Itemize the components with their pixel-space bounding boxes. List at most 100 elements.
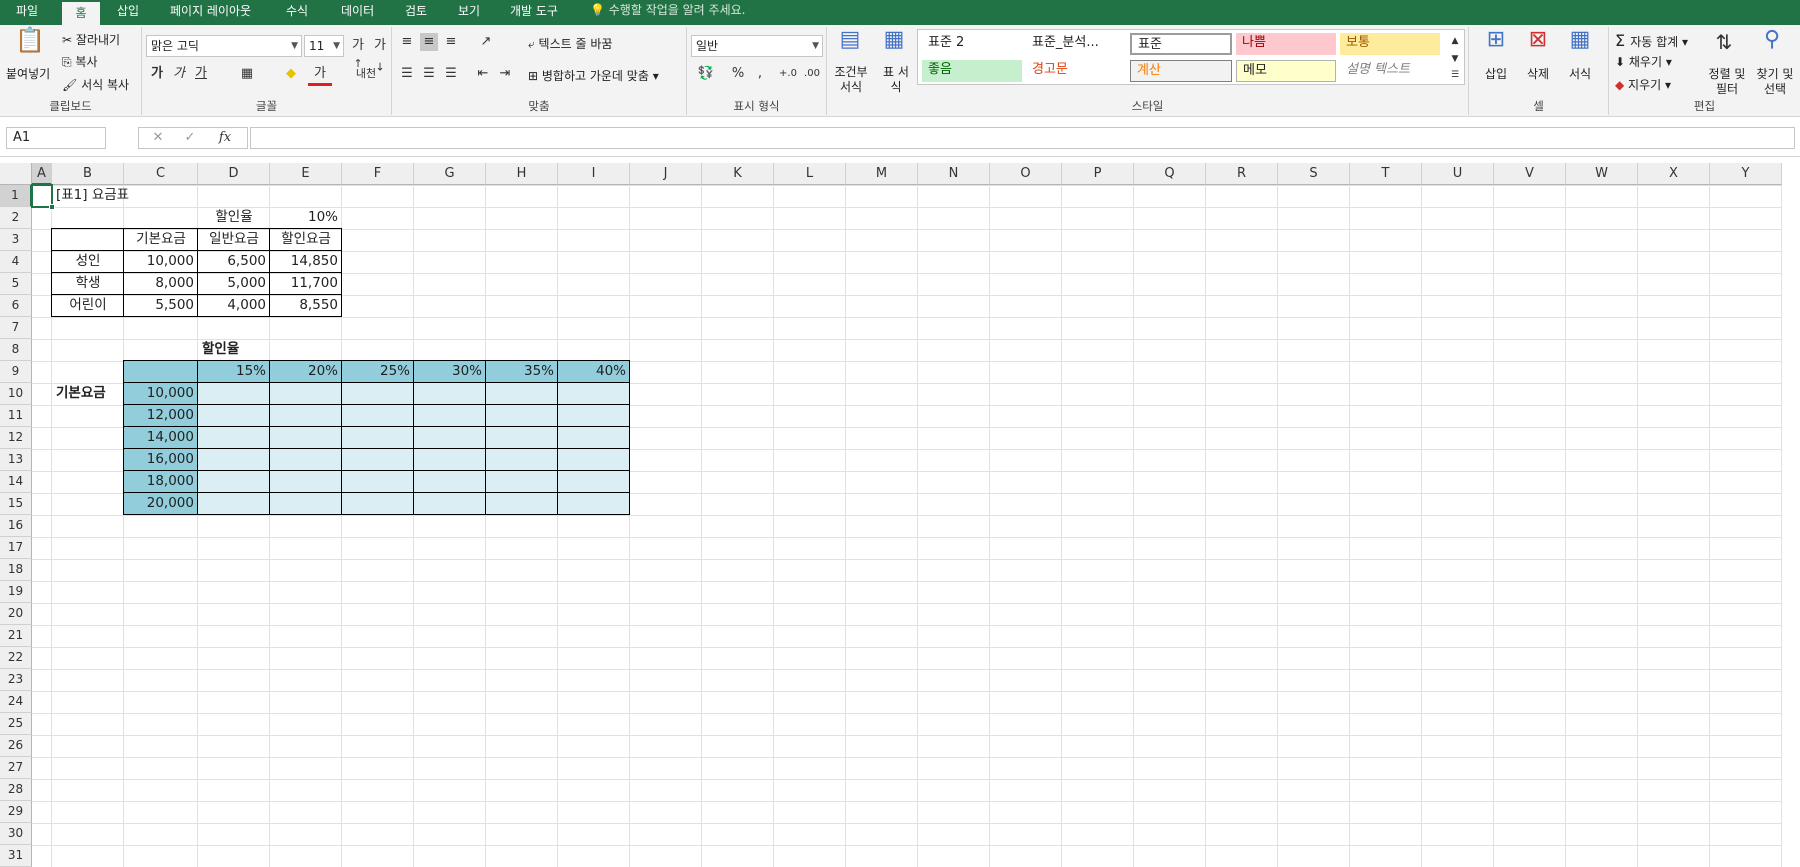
delete-cells-button[interactable]: 삭제 (1527, 65, 1549, 82)
row-header-20[interactable]: 20 (0, 603, 32, 625)
row-header-9[interactable]: 9 (0, 361, 32, 383)
decrease-indent-icon[interactable]: ⇤ (474, 65, 492, 83)
column-header-L[interactable]: L (774, 163, 846, 185)
row-header-18[interactable]: 18 (0, 559, 32, 581)
cell-I9[interactable]: 40% (558, 361, 630, 383)
row-header-16[interactable]: 16 (0, 515, 32, 537)
align-left-icon[interactable]: ☰ (398, 65, 416, 83)
row-header-28[interactable]: 28 (0, 779, 32, 801)
gallery-more-icon[interactable]: ☰ (1448, 66, 1462, 84)
row-header-24[interactable]: 24 (0, 691, 32, 713)
row-header-7[interactable]: 7 (0, 317, 32, 339)
column-header-E[interactable]: E (270, 163, 342, 185)
row-header-30[interactable]: 30 (0, 823, 32, 845)
row-header-15[interactable]: 15 (0, 493, 32, 515)
row-header-6[interactable]: 6 (0, 295, 32, 317)
cell-C11[interactable]: 12,000 (124, 405, 198, 427)
cell-B4[interactable]: 성인 (52, 251, 124, 273)
column-header-J[interactable]: J (630, 163, 702, 185)
decrease-decimal-icon[interactable]: .00 (801, 65, 823, 83)
enter-icon[interactable]: ✓ (181, 129, 199, 147)
comma-icon[interactable]: , (751, 65, 769, 83)
cell-F9[interactable]: 25% (342, 361, 414, 383)
table-format-button[interactable]: 표 서식 (879, 65, 913, 95)
tab-developer[interactable]: 개발 도구 (510, 0, 558, 25)
row-header-22[interactable]: 22 (0, 647, 32, 669)
cell-B5[interactable]: 학생 (52, 273, 124, 295)
column-header-A[interactable]: A (32, 163, 52, 185)
cell-C13[interactable]: 16,000 (124, 449, 198, 471)
cell-D3[interactable]: 일반요금 (198, 229, 270, 251)
orientation-icon[interactable]: ↗ (474, 33, 498, 51)
delete-cells-icon[interactable]: ⊠ (1523, 29, 1553, 51)
clear-button[interactable]: ◆ 지우기 ▾ (1615, 76, 1671, 93)
cell-C6[interactable]: 5,500 (124, 295, 198, 317)
cell-D8[interactable]: 할인율 (198, 339, 270, 361)
gallery-up-icon[interactable]: ▲ (1448, 32, 1462, 50)
row-header-25[interactable]: 25 (0, 713, 32, 735)
column-header-N[interactable]: N (918, 163, 990, 185)
row-header-1[interactable]: 1 (0, 185, 32, 207)
row-header-17[interactable]: 17 (0, 537, 32, 559)
cell-C12[interactable]: 14,000 (124, 427, 198, 449)
fill-button[interactable]: ⬇ 채우기 ▾ (1615, 53, 1672, 70)
style-good[interactable]: 좋음 (922, 60, 1022, 82)
row-header-27[interactable]: 27 (0, 757, 32, 779)
column-header-O[interactable]: O (990, 163, 1062, 185)
style-normal-analysis[interactable]: 표준_분석... (1026, 33, 1126, 55)
accounting-icon[interactable]: 💱 (693, 65, 719, 83)
insert-cells-button[interactable]: 삽입 (1485, 65, 1507, 82)
name-box[interactable]: A1 (6, 127, 106, 149)
find-select-icon[interactable]: ⚲ (1757, 29, 1787, 51)
style-normal2[interactable]: 표준 2 (922, 33, 1022, 55)
cell-B1[interactable]: [표1] 요금표 (52, 185, 129, 207)
fill-color-icon[interactable]: ◆ (278, 65, 304, 83)
align-middle-icon[interactable]: ≡ (420, 33, 438, 51)
tell-me-box[interactable]: 💡 수행할 작업을 알려 주세요. (590, 0, 745, 21)
row-header-14[interactable]: 14 (0, 471, 32, 493)
align-top-icon[interactable]: ≡ (398, 33, 416, 51)
sort-filter-icon[interactable]: ⇅ (1709, 32, 1739, 52)
wrap-text-button[interactable]: ⤶ 텍스트 줄 바꿈 (528, 35, 612, 52)
font-color-icon[interactable]: 가 (308, 65, 332, 86)
cell-E6[interactable]: 8,550 (270, 295, 342, 317)
column-header-U[interactable]: U (1422, 163, 1494, 185)
italic-button[interactable]: 가 (170, 65, 188, 83)
insert-function-button[interactable]: fx (213, 129, 237, 147)
row-header-13[interactable]: 13 (0, 449, 32, 471)
select-all-corner[interactable] (0, 163, 32, 185)
phonetic-button[interactable]: 내천 (350, 65, 382, 83)
cell-C15[interactable]: 20,000 (124, 493, 198, 515)
column-header-T[interactable]: T (1350, 163, 1422, 185)
tab-home[interactable]: 홈 (62, 2, 100, 25)
column-header-Y[interactable]: Y (1710, 163, 1782, 185)
fill-handle[interactable] (49, 204, 55, 210)
row-header-29[interactable]: 29 (0, 801, 32, 823)
cell-D2[interactable]: 할인율 (198, 207, 270, 229)
cell-D5[interactable]: 5,000 (198, 273, 270, 295)
column-header-X[interactable]: X (1638, 163, 1710, 185)
row-header-11[interactable]: 11 (0, 405, 32, 427)
tab-file[interactable]: 파일 (16, 0, 38, 25)
insert-cells-icon[interactable]: ⊞ (1481, 29, 1511, 51)
style-bad[interactable]: 나쁨 (1236, 33, 1336, 55)
cell-E2[interactable]: 10% (270, 207, 342, 229)
cell-C14[interactable]: 18,000 (124, 471, 198, 493)
percent-icon[interactable]: % (729, 65, 747, 83)
paste-button[interactable]: 붙여넣기 (6, 65, 50, 82)
autosum-button[interactable]: Σ 자동 합계 ▾ (1615, 31, 1688, 50)
cell-E3[interactable]: 할인요금 (270, 229, 342, 251)
worksheet-grid[interactable]: A B C D E F G H I J K L M N O P Q R S T U V W X Y 1 2 3 4 5 6 7 8 9 10 11 12… (0, 163, 1800, 867)
tab-data[interactable]: 데이터 (341, 0, 374, 25)
tab-formulas[interactable]: 수식 (286, 0, 308, 25)
merge-center-button[interactable]: ⊞ 병합하고 가운데 맞춤 ▾ (528, 67, 659, 84)
row-header-5[interactable]: 5 (0, 273, 32, 295)
row-header-19[interactable]: 19 (0, 581, 32, 603)
align-bottom-icon[interactable]: ≡ (442, 33, 460, 51)
row-header-31[interactable]: 31 (0, 845, 32, 867)
column-header-F[interactable]: F (342, 163, 414, 185)
cell-B6[interactable]: 어린이 (52, 295, 124, 317)
column-header-D[interactable]: D (198, 163, 270, 185)
column-header-B[interactable]: B (52, 163, 124, 185)
style-explanatory[interactable]: 설명 텍스트 (1340, 60, 1440, 82)
